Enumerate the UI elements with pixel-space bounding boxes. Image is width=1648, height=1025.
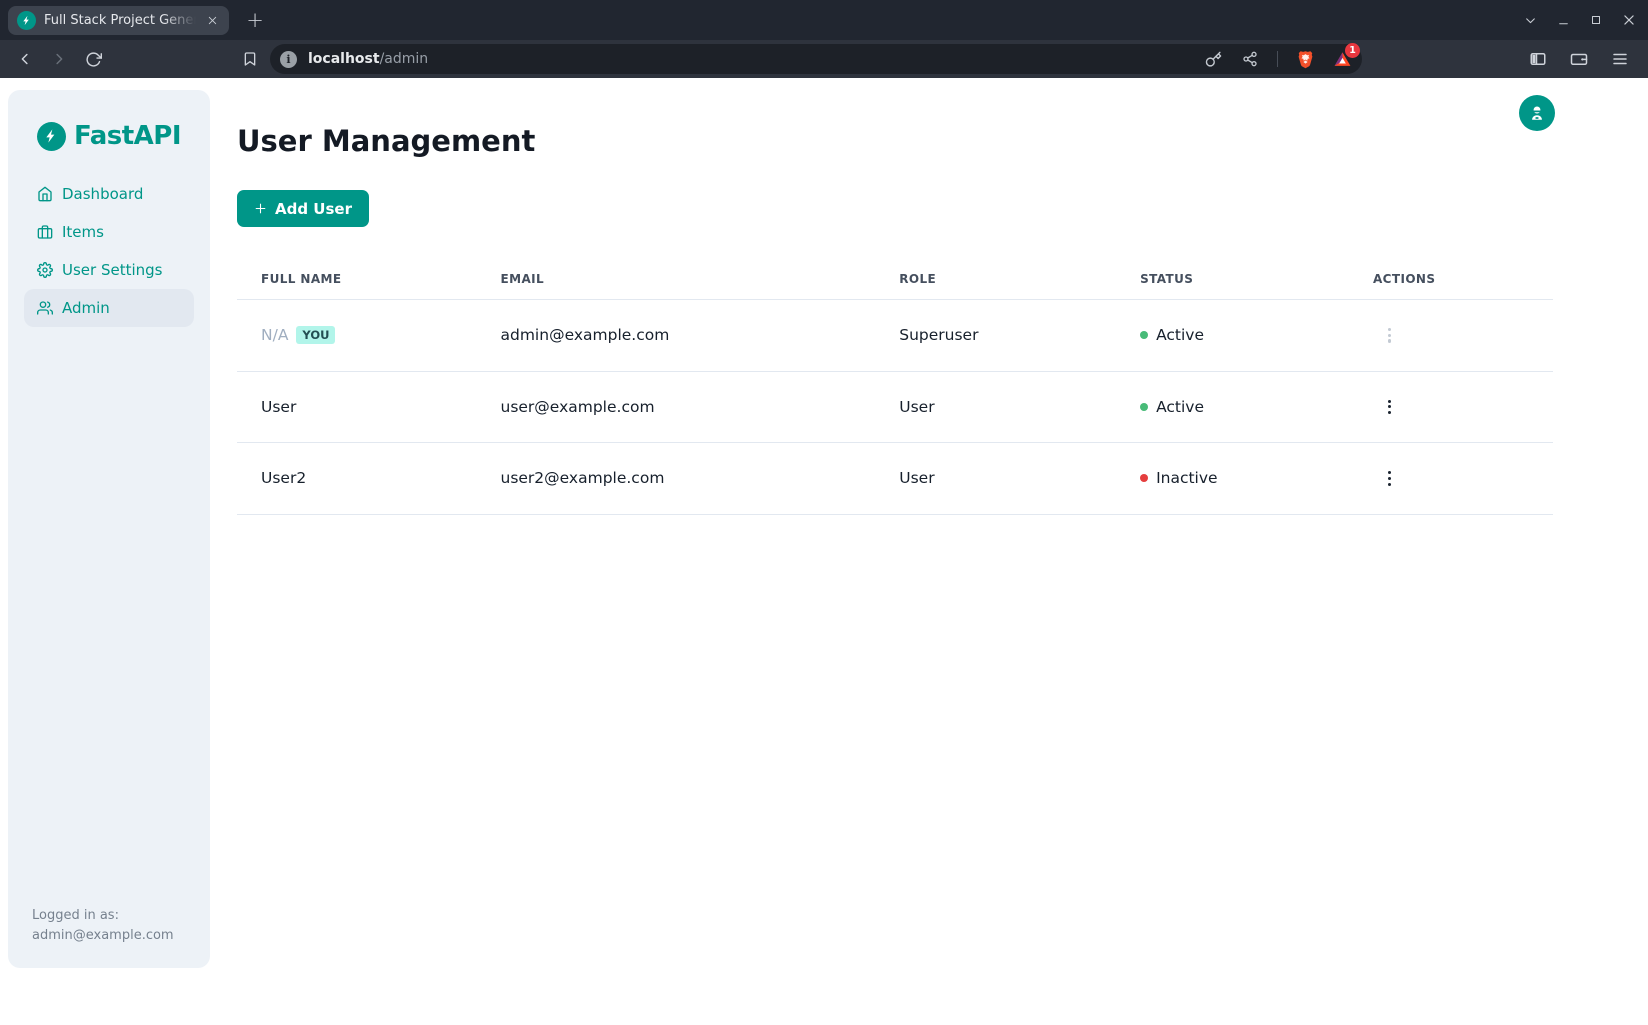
- address-bar[interactable]: i localhost/admin 1: [270, 44, 1362, 74]
- user-status: Active: [1156, 398, 1204, 416]
- url-path: /admin: [380, 51, 429, 67]
- home-icon: [37, 186, 53, 202]
- tab-close-icon[interactable]: [204, 12, 220, 28]
- logo-text: FastAPI: [74, 121, 181, 151]
- logged-in-email: admin@example.com: [32, 926, 194, 946]
- page-content: FastAPI Dashboard Items User Settings: [0, 78, 1648, 1025]
- table-row: User user@example.com User Active: [237, 371, 1553, 443]
- sidebar-item-dashboard[interactable]: Dashboard: [24, 175, 194, 213]
- you-badge: YOU: [296, 326, 335, 344]
- wallet-icon[interactable]: [1567, 47, 1591, 71]
- users-icon: [37, 300, 53, 316]
- status-dot-active: [1140, 403, 1148, 411]
- back-icon[interactable]: [10, 44, 40, 74]
- page-title: User Management: [237, 123, 1553, 159]
- tab-title: Full Stack Project Genera: [44, 13, 196, 28]
- col-header-email: EMAIL: [477, 259, 876, 300]
- col-header-role: ROLE: [875, 259, 1116, 300]
- user-email: admin@example.com: [477, 300, 876, 372]
- site-info-icon[interactable]: i: [280, 51, 297, 68]
- user-status: Active: [1156, 326, 1204, 344]
- col-header-full-name: FULL NAME: [237, 259, 477, 300]
- sidebar-item-admin[interactable]: Admin: [24, 289, 194, 327]
- status-dot-active: [1140, 331, 1148, 339]
- share-icon[interactable]: [1240, 49, 1260, 69]
- user-role: Superuser: [875, 300, 1116, 372]
- user-email: user@example.com: [477, 371, 876, 443]
- bookmark-icon[interactable]: [238, 47, 262, 71]
- col-header-status: STATUS: [1116, 259, 1349, 300]
- browser-toolbar: i localhost/admin 1: [0, 40, 1648, 78]
- password-key-icon[interactable]: [1203, 49, 1223, 69]
- table-row: N/A YOU admin@example.com Superuser Activ…: [237, 300, 1553, 372]
- url-text: localhost/admin: [308, 51, 428, 67]
- fastapi-favicon-icon: [17, 11, 36, 30]
- sidebar-item-label: Items: [62, 223, 104, 241]
- user-full-name: N/A: [261, 326, 288, 344]
- menu-hamburger-icon[interactable]: [1608, 47, 1632, 71]
- fastapi-logo: FastAPI: [37, 121, 181, 151]
- status-dot-inactive: [1140, 474, 1148, 482]
- fastapi-bolt-icon: [37, 122, 66, 151]
- row-actions-menu-icon[interactable]: [1382, 396, 1397, 419]
- brave-rewards-wrap: 1: [1332, 49, 1352, 69]
- sidebar-item-label: Admin: [62, 299, 110, 317]
- row-actions-menu-icon[interactable]: [1382, 467, 1397, 490]
- sidebar-item-label: Dashboard: [62, 185, 143, 203]
- browser-window: Full Stack Project Genera +: [0, 0, 1648, 1025]
- tab-strip: Full Stack Project Genera +: [0, 0, 1648, 40]
- table-header-row: FULL NAME EMAIL ROLE STATUS ACTIONS: [237, 259, 1553, 300]
- logged-in-label: Logged in as:: [32, 906, 194, 926]
- sidebar-item-user-settings[interactable]: User Settings: [24, 251, 194, 289]
- user-role: User: [875, 443, 1116, 515]
- add-user-label: Add User: [275, 200, 352, 218]
- main-panel: User Management Add User FULL NAME EMAIL…: [237, 78, 1553, 515]
- toolbar-divider: [1277, 51, 1278, 67]
- browser-tab[interactable]: Full Stack Project Genera: [8, 6, 229, 35]
- gear-icon: [37, 262, 53, 278]
- table-row: User2 user2@example.com User Inactive: [237, 443, 1553, 515]
- user-avatar-button[interactable]: [1519, 95, 1555, 131]
- tab-search-chevron-icon[interactable]: [1523, 13, 1537, 27]
- row-actions-menu-icon: [1382, 324, 1397, 347]
- user-full-name: User2: [237, 443, 477, 515]
- briefcase-icon: [37, 224, 53, 240]
- user-status: Inactive: [1156, 469, 1218, 487]
- url-host: localhost: [308, 51, 380, 67]
- user-role: User: [875, 371, 1116, 443]
- add-user-button[interactable]: Add User: [237, 190, 369, 227]
- sidebar: FastAPI Dashboard Items User Settings: [8, 90, 210, 968]
- user-email: user2@example.com: [477, 443, 876, 515]
- sidebar-nav: Dashboard Items User Settings Admin: [24, 175, 194, 327]
- new-tab-button[interactable]: +: [242, 7, 268, 33]
- window-minimize-button[interactable]: [1556, 13, 1570, 27]
- forward-icon[interactable]: [44, 44, 74, 74]
- logged-in-info: Logged in as: admin@example.com: [32, 906, 194, 946]
- user-full-name: User: [237, 371, 477, 443]
- rewards-badge: 1: [1345, 43, 1360, 58]
- col-header-actions: ACTIONS: [1349, 259, 1553, 300]
- user-astronaut-icon: [1528, 104, 1546, 122]
- plus-icon: [254, 202, 267, 215]
- sidebar-item-label: User Settings: [62, 261, 162, 279]
- sidebar-item-items[interactable]: Items: [24, 213, 194, 251]
- window-maximize-button[interactable]: [1589, 13, 1603, 27]
- users-table: FULL NAME EMAIL ROLE STATUS ACTIONS N/A Y…: [237, 259, 1553, 515]
- brave-shield-icon[interactable]: [1295, 49, 1315, 69]
- sidebar-panel-icon[interactable]: [1526, 47, 1550, 71]
- reload-icon[interactable]: [78, 44, 108, 74]
- window-close-button[interactable]: [1622, 13, 1636, 27]
